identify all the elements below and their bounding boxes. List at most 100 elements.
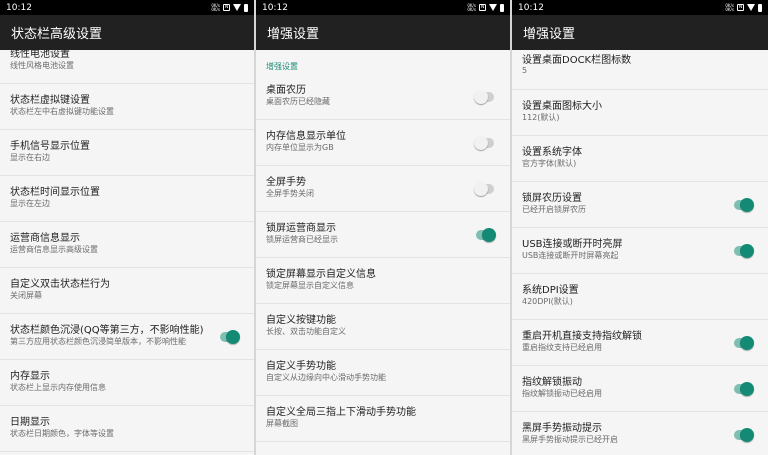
setting-reboot-fingerprint[interactable]: 重启开机直接支持指纹解锁 重启指纹支持已经启用: [512, 320, 768, 366]
settings-list: 设置桌面DOCK栏图标数 5 设置桌面图标大小 112(默认) 设置系统字体 官方字体…: [512, 44, 768, 455]
item-title: 设置桌面DOCK栏图标数: [522, 55, 632, 66]
item-subtitle: 状态栏日期颜色，字体等设置: [10, 429, 114, 438]
setting-dock-icon-count[interactable]: 设置桌面DOCK栏图标数 5: [512, 44, 768, 90]
switch-knob: [740, 244, 754, 258]
item-title: 锁屏农历设置: [522, 193, 582, 204]
setting-memory-display[interactable]: 内存显示 状态栏上显示内存使用信息: [0, 360, 254, 406]
item-subtitle: 锁屏运营商已经显示: [266, 235, 338, 244]
item-subtitle: 官方字体(默认): [522, 159, 577, 168]
setting-lockscreen-carrier[interactable]: 锁屏运营商显示 锁屏运营商已经显示: [256, 212, 510, 258]
item-subtitle: 显示在右边: [10, 153, 50, 162]
item-subtitle: 已经开启锁屏农历: [522, 205, 586, 214]
nfc-icon: N: [737, 4, 744, 11]
item-title: 自定义双击状态栏行为: [10, 279, 110, 290]
status-time: 10:12: [262, 2, 288, 13]
network-speed: 0K/s 0K/s: [467, 2, 476, 12]
wifi-icon: [489, 4, 497, 11]
item-title: 日期显示: [10, 417, 50, 428]
item-subtitle: 显示在左边: [10, 199, 50, 208]
item-title: 重启开机直接支持指纹解锁: [522, 331, 642, 342]
item-subtitle: 重启指纹支持已经启用: [522, 343, 602, 352]
toggle-switch[interactable]: [734, 244, 754, 258]
setting-statusbar-immersive[interactable]: 状态栏颜色沉浸(QQ等第三方，不影响性能) 第三方应用状态栏颜色沉浸简单版本，不影…: [0, 314, 254, 360]
item-title: 指纹解锁振动: [522, 377, 582, 388]
setting-system-font[interactable]: 设置系统字体 官方字体(默认): [512, 136, 768, 182]
switch-knob: [740, 336, 754, 350]
toggle-switch[interactable]: [734, 336, 754, 350]
network-speed: 0K/s 0K/s: [211, 2, 220, 12]
item-subtitle: 线性风格电池设置: [10, 61, 74, 70]
setting-clock-position[interactable]: 状态栏时间显示位置 显示在左边: [0, 176, 254, 222]
item-subtitle: 运营商信息显示高级设置: [10, 245, 98, 254]
status-bar: 10:12 0K/s 0K/s N: [0, 0, 254, 15]
nfc-icon: N: [479, 4, 486, 11]
setting-double-tap-statusbar[interactable]: 自定义双击状态栏行为 关闭屏幕: [0, 268, 254, 314]
item-title: 设置系统字体: [522, 147, 582, 158]
setting-custom-gesture[interactable]: 自定义手势功能 自定义从边缘向中心滑动手势功能: [256, 350, 510, 396]
item-subtitle: 自定义从边缘向中心滑动手势功能: [266, 373, 386, 382]
toggle-switch[interactable]: [734, 428, 754, 442]
item-title: 桌面农历: [266, 85, 306, 96]
item-title: 线性电池设置: [10, 49, 70, 60]
item-subtitle: 黑屏手势振动提示已经开启: [522, 435, 618, 444]
setting-desktop-lunar[interactable]: 桌面农历 桌面农历已经隐藏: [256, 74, 510, 120]
item-subtitle: 桌面农历已经隐藏: [266, 97, 330, 106]
status-time: 10:12: [6, 2, 32, 13]
item-subtitle: 状态栏左中右虚拟键功能设置: [10, 107, 114, 116]
setting-lockscreen-custom-info[interactable]: 锁定屏幕显示自定义信息 锁定屏幕显示自定义信息: [256, 258, 510, 304]
page-title: 增强设置: [256, 15, 510, 50]
setting-signal-position[interactable]: 手机信号显示位置 显示在右边: [0, 130, 254, 176]
item-title: USB连接或断开时亮屏: [522, 239, 623, 250]
setting-fullscreen-gesture[interactable]: 全屏手势 全屏手势关闭: [256, 166, 510, 212]
toggle-switch[interactable]: [474, 182, 494, 196]
panel-enhanced-settings: 10:12 0K/s 0K/s N 增强设置 增强设置 桌面农历 桌面农历已经隐藏 …: [256, 0, 510, 455]
battery-icon: [500, 3, 504, 12]
item-title: 系统DPI设置: [522, 285, 579, 296]
battery-icon: [758, 3, 762, 12]
setting-fingerprint-vibration[interactable]: 指纹解锁振动 指纹解锁振动已经启用: [512, 366, 768, 412]
setting-carrier-info[interactable]: 运营商信息显示 运营商信息显示高级设置: [0, 222, 254, 268]
section-header: 增强设置: [266, 62, 298, 71]
setting-screen-off-gesture-vibration[interactable]: 黑屏手势振动提示 黑屏手势振动提示已经开启: [512, 412, 768, 455]
item-title: 设置桌面图标大小: [522, 101, 602, 112]
item-subtitle: 长按、双击功能自定义: [266, 327, 346, 336]
switch-knob: [474, 182, 488, 196]
item-title: 锁定屏幕显示自定义信息: [266, 269, 376, 280]
setting-virtual-keys[interactable]: 状态栏虚拟键设置 状态栏左中右虚拟键功能设置: [0, 84, 254, 130]
toggle-switch[interactable]: [734, 198, 754, 212]
setting-three-finger-swipe[interactable]: 自定义全局三指上下滑动手势功能 屏幕截图: [256, 396, 510, 442]
setting-linear-battery[interactable]: 线性电池设置 线性风格电池设置: [0, 38, 254, 84]
item-title: 手机信号显示位置: [10, 141, 90, 152]
wifi-icon: [233, 4, 241, 11]
setting-date-display[interactable]: 日期显示 状态栏日期颜色，字体等设置: [0, 406, 254, 452]
item-title: 状态栏时间显示位置: [10, 187, 100, 198]
item-subtitle: 屏幕截图: [266, 419, 298, 428]
toggle-switch[interactable]: [476, 228, 496, 242]
status-bar: 10:12 0K/s 0K/s N: [256, 0, 510, 15]
switch-knob: [226, 330, 240, 344]
toggle-switch[interactable]: [474, 136, 494, 150]
setting-custom-keys[interactable]: 自定义按键功能 长按、双击功能自定义: [256, 304, 510, 350]
item-subtitle: 5: [522, 66, 528, 75]
panel-statusbar-advanced: 10:12 0K/s 0K/s N 状态栏高级设置 线性电池设置 线性风格电池设置 …: [0, 0, 254, 455]
toggle-switch[interactable]: [734, 382, 754, 396]
item-subtitle: 内存单位显示为GB: [266, 143, 334, 152]
toggle-switch[interactable]: [474, 90, 494, 104]
item-title: 自定义按键功能: [266, 315, 336, 326]
setting-lockscreen-lunar[interactable]: 锁屏农历设置 已经开启锁屏农历: [512, 182, 768, 228]
setting-memory-unit[interactable]: 内存信息显示单位 内存单位显示为GB: [256, 120, 510, 166]
item-subtitle: 全屏手势关闭: [266, 189, 314, 198]
battery-icon: [244, 3, 248, 12]
toggle-switch[interactable]: [220, 330, 240, 344]
switch-knob: [740, 382, 754, 396]
setting-usb-wake[interactable]: USB连接或断开时亮屏 USB连接或断开时屏幕亮起: [512, 228, 768, 274]
item-subtitle: 锁定屏幕显示自定义信息: [266, 281, 354, 290]
setting-system-dpi[interactable]: 系统DPI设置 420DPI(默认): [512, 274, 768, 320]
status-icons: 0K/s 0K/s N: [211, 2, 248, 12]
setting-desktop-icon-size[interactable]: 设置桌面图标大小 112(默认): [512, 90, 768, 136]
item-title: 内存信息显示单位: [266, 131, 346, 142]
item-title: 运营商信息显示: [10, 233, 80, 244]
switch-knob: [482, 228, 496, 242]
switch-knob: [474, 136, 488, 150]
switch-knob: [740, 428, 754, 442]
